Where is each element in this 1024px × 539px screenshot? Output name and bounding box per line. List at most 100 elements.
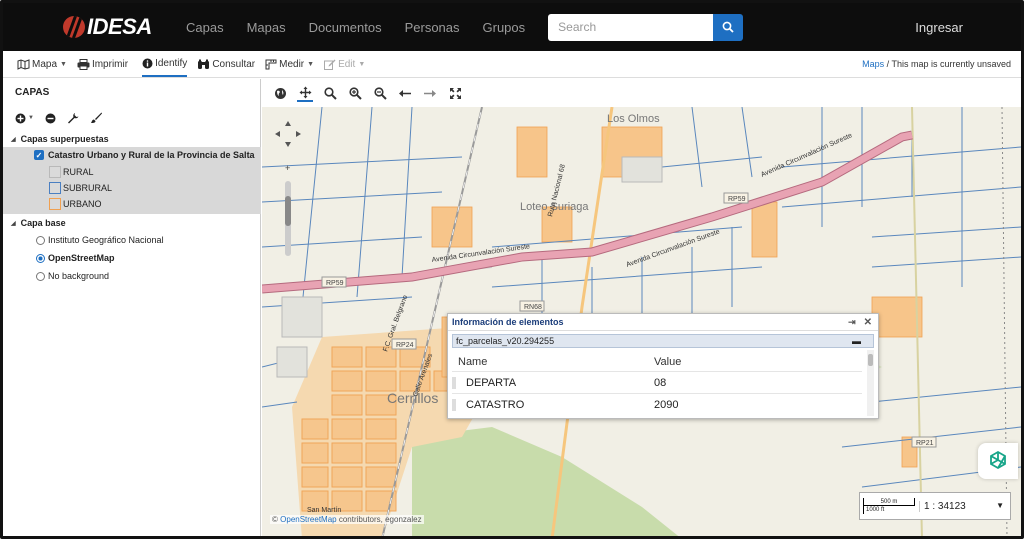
minus-circle-icon (45, 113, 56, 123)
feature-id: fc_parcelas_v20.294255 (456, 336, 555, 346)
radio-unchecked-icon[interactable] (36, 235, 45, 245)
zoom-to-max-extent-button[interactable] (272, 84, 288, 102)
scrollbar-thumb[interactable] (868, 354, 873, 366)
layer-style-button[interactable] (90, 112, 102, 124)
feature-row[interactable]: fc_parcelas_v20.294255 ▬ (452, 334, 874, 348)
nav-links: Capas Mapas Documentos Personas Grupos (186, 20, 548, 35)
panel-title: CAPAS (15, 87, 50, 98)
login-link[interactable]: Ingresar (915, 20, 963, 35)
caret-down-icon: ▼ (996, 500, 1004, 510)
overlay-layer-row[interactable]: ✓ Catastro Urbano y Rural de la Provinci… (3, 150, 261, 160)
next-extent-button[interactable] (422, 84, 438, 102)
print-label: Imprimir (91, 58, 129, 70)
legend-swatch-subrural (49, 182, 61, 194)
caret-down-icon: ▼ (358, 60, 366, 68)
map-menu-button[interactable]: Mapa ▼ (17, 51, 67, 77)
identify-button[interactable]: Identify (142, 51, 188, 77)
nav-link-capas[interactable]: Capas (186, 20, 224, 35)
collapse-icon[interactable]: ▬ (852, 336, 861, 346)
overlay-group-toggle[interactable]: ◢ Capas superpuestas (3, 134, 260, 144)
shield-rp59-a: RP59 (326, 280, 344, 287)
radio-unchecked-icon[interactable] (36, 271, 45, 281)
search-box (548, 13, 744, 41)
nav-link-documentos[interactable]: Documentos (309, 20, 382, 35)
legend-label: RURAL (63, 167, 94, 177)
breadcrumb-status: / This map is currently unsaved (886, 59, 1011, 69)
nav-link-personas[interactable]: Personas (405, 20, 460, 35)
shield-rp59-b: RP59 (728, 196, 746, 203)
triangle-down-icon: ◢ (11, 136, 16, 143)
search-button[interactable] (713, 13, 744, 41)
edit-button[interactable]: Edit ▼ (324, 51, 365, 77)
paintbrush-icon (90, 112, 102, 123)
pan-button[interactable] (297, 84, 313, 102)
pin-icon[interactable]: ⇥ (848, 317, 856, 328)
arrow-left-icon (399, 89, 411, 97)
attr-name: DEPARTA (452, 376, 650, 389)
pan-zoom-control-icon: + (275, 121, 301, 256)
globe-icon (274, 87, 286, 99)
wrench-icon (67, 113, 79, 124)
move-icon (299, 86, 311, 98)
previous-extent-button[interactable] (397, 84, 413, 102)
shield-rp24: RP24 (396, 342, 414, 349)
base-group-toggle[interactable]: ◢ Capa base (3, 218, 260, 228)
column-header-name: Name (458, 355, 488, 368)
table-header: Name Value (452, 352, 862, 371)
checkbox-checked-icon[interactable]: ✓ (34, 150, 44, 160)
query-button[interactable]: Consultar (197, 51, 255, 77)
idesa-logo[interactable]: IDESA (63, 14, 163, 40)
base-option-ign[interactable]: Instituto Geográfico Nacional (3, 231, 260, 249)
arrow-right-icon (424, 89, 436, 97)
overlay-layer-label: Catastro Urbano y Rural de la Provincia … (48, 150, 255, 160)
remove-layer-button[interactable] (45, 113, 56, 124)
legend-label: URBANO (63, 199, 102, 209)
scale-ratio: 1 : 34123 (924, 500, 966, 512)
map-toolbar: Mapa ▼ Imprimir Identify Consultar Medir… (3, 51, 1021, 78)
zoom-in-button[interactable] (347, 84, 363, 102)
scale-control: 500 m 1000 ft 1 : 34123 ▼ (859, 492, 1011, 520)
add-layer-button[interactable]: ▼ (15, 113, 34, 124)
base-option-label: OpenStreetMap (48, 253, 115, 263)
scale-ratio-select[interactable]: 1 : 34123 ▼ (919, 500, 1010, 512)
radio-checked-icon[interactable] (36, 253, 45, 263)
close-icon[interactable]: ✕ (864, 317, 872, 328)
attribution-link[interactable]: OpenStreetMap (280, 515, 336, 524)
map-label-san-martin: San Martín (307, 507, 341, 514)
edit-icon (324, 59, 336, 70)
scale-imperial: 1000 ft (863, 506, 893, 514)
zoom-box-button[interactable] (322, 84, 338, 102)
assistant-button[interactable] (978, 443, 1018, 479)
attribution-text: contributors, egonzalez (338, 515, 422, 524)
popup-scrollbar[interactable] (867, 350, 874, 416)
breadcrumb: Maps / This map is currently unsaved (862, 59, 1011, 69)
legend-swatch-urbano (49, 198, 61, 210)
base-option-osm[interactable]: OpenStreetMap (3, 249, 260, 267)
nav-link-grupos[interactable]: Grupos (483, 20, 526, 35)
feature-info-popup: Información de elementos ⇥ ✕ fc_parcelas… (447, 313, 879, 419)
search-input[interactable] (548, 13, 714, 41)
attr-value: 08 (654, 376, 667, 389)
edit-label: Edit (338, 58, 356, 70)
assistant-knot-icon (990, 450, 1006, 470)
top-navbar: IDESA Capas Mapas Documentos Personas Gr… (3, 3, 1021, 51)
legend-swatch-rural (49, 166, 61, 178)
measure-button[interactable]: Medir ▼ (265, 51, 314, 77)
zoom-slider[interactable]: + (275, 121, 301, 261)
attribute-table: Name Value DEPARTA 08 CATASTRO 2090 (452, 352, 862, 415)
plus-circle-icon (15, 113, 26, 123)
map-menu-label: Mapa (32, 58, 58, 70)
print-button[interactable]: Imprimir (77, 51, 128, 77)
identify-label: Identify (155, 57, 188, 69)
ruler-icon (265, 59, 277, 69)
base-option-none[interactable]: No background (3, 267, 260, 285)
copyright-icon: © (272, 515, 278, 524)
attr-name: CATASTRO (452, 398, 650, 411)
breadcrumb-maps-link[interactable]: Maps (862, 59, 884, 69)
zoom-out-icon (373, 86, 387, 100)
legend-item-rural: RURAL (3, 164, 261, 180)
layer-settings-button[interactable] (67, 112, 79, 124)
zoom-out-button[interactable] (372, 84, 388, 102)
nav-link-mapas[interactable]: Mapas (247, 20, 286, 35)
fullscreen-button[interactable] (447, 84, 463, 102)
